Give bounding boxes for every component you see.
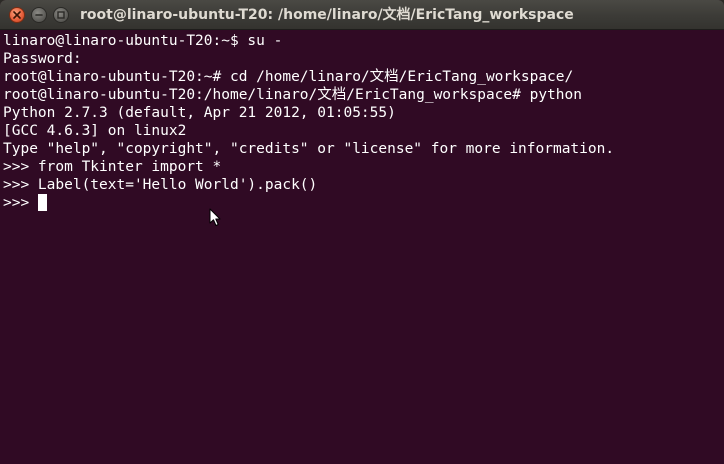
terminal-line: [GCC 4.6.3] on linux2 <box>3 123 187 139</box>
title-bar[interactable]: root@linaro-ubuntu-T20: /home/linaro/文档/… <box>0 0 724 30</box>
terminal-line: >>> from Tkinter import * <box>3 159 222 175</box>
maximize-button[interactable] <box>53 7 69 23</box>
terminal-line: root@linaro-ubuntu-T20:~# cd /home/linar… <box>3 69 574 85</box>
minimize-icon <box>35 11 43 19</box>
terminal-line: root@linaro-ubuntu-T20:/home/linaro/文档/E… <box>3 87 582 103</box>
terminal-line: Type "help", "copyright", "credits" or "… <box>3 141 615 157</box>
text-cursor <box>37 194 47 211</box>
mouse-pointer-icon <box>209 208 221 232</box>
maximize-icon <box>57 11 65 19</box>
close-button[interactable] <box>9 7 25 23</box>
terminal-line: Password: <box>3 51 82 67</box>
terminal-line: >>> Label(text='Hello World').pack() <box>3 177 318 193</box>
terminal-window: root@linaro-ubuntu-T20: /home/linaro/文档/… <box>0 0 724 464</box>
terminal-prompt-line[interactable]: >>> <box>3 194 724 212</box>
prompt: >>> <box>3 195 38 211</box>
terminal-line: Python 2.7.3 (default, Apr 21 2012, 01:0… <box>3 105 396 121</box>
minimize-button[interactable] <box>31 7 47 23</box>
window-title: root@linaro-ubuntu-T20: /home/linaro/文档/… <box>80 7 574 23</box>
close-icon <box>13 11 21 19</box>
terminal-line: linaro@linaro-ubuntu-T20:~$ su - <box>3 33 283 49</box>
terminal-area[interactable]: linaro@linaro-ubuntu-T20:~$ su - Passwor… <box>0 31 724 464</box>
